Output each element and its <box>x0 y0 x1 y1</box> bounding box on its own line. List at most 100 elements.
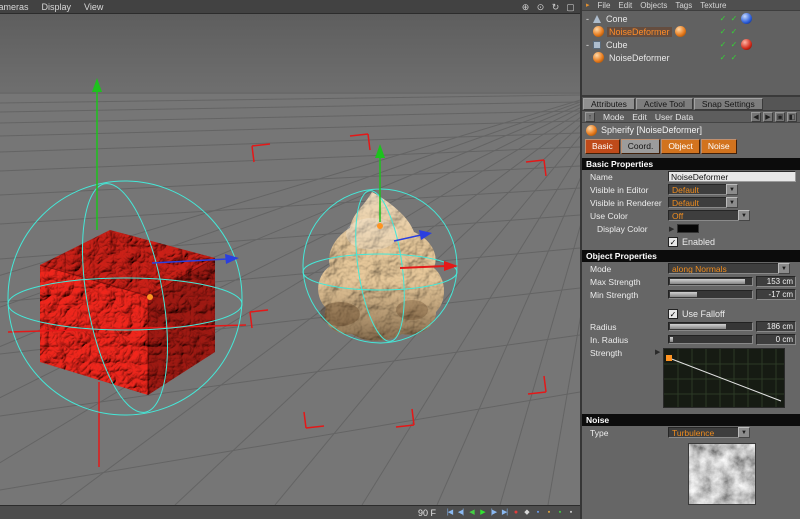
key-scale-icon[interactable]: ▪ <box>543 507 554 519</box>
am-menu-userdata[interactable]: User Data <box>655 112 693 122</box>
viewport-canvas[interactable] <box>0 14 580 505</box>
menu-view[interactable]: View <box>84 2 103 12</box>
chevron-down-icon[interactable]: ▼ <box>738 210 750 221</box>
om-menu-file[interactable]: File <box>598 1 611 10</box>
om-menu-edit[interactable]: Edit <box>618 1 632 10</box>
name-input[interactable] <box>668 171 796 182</box>
expander-icon[interactable]: - <box>582 40 593 50</box>
mode-dropdown[interactable]: along Normals ▼ <box>668 263 790 274</box>
tree-row-cone[interactable]: - Cone ✓ ✓ <box>582 12 800 25</box>
key-position-icon[interactable]: ▪ <box>532 507 543 519</box>
name-label: Name <box>590 171 613 182</box>
curve-point[interactable] <box>666 355 673 361</box>
goto-start-icon[interactable]: |◀ <box>444 507 455 519</box>
play-icon[interactable]: ▶ <box>477 507 488 519</box>
tree-row-noisedeformer-1[interactable]: NoiseDeformer ✓ ✓ <box>582 25 800 38</box>
material-thumbnail-blue[interactable] <box>741 13 752 24</box>
attribute-object-title: Spherify [NoiseDeformer] <box>582 123 800 137</box>
triangle-right-icon[interactable]: ▶ <box>669 225 674 233</box>
dropdown-value: Turbulence <box>668 427 738 438</box>
lock-icon[interactable]: ▣ <box>775 111 785 122</box>
min-strength-value[interactable]: -17 cm <box>756 289 796 300</box>
max-strength-value[interactable]: 153 cm <box>756 276 796 287</box>
object-label[interactable]: NoiseDeformer <box>607 53 672 63</box>
tab-object[interactable]: Object <box>661 139 700 154</box>
maximize-icon[interactable]: ▢ <box>564 1 577 13</box>
dropdown-value: Default <box>668 184 726 195</box>
visible-editor-dropdown[interactable]: Default ▼ <box>668 184 738 195</box>
visible-editor-label: Visible in Editor <box>590 184 649 195</box>
pan-icon[interactable]: ⊕ <box>519 1 532 13</box>
spherify-tag-icon[interactable] <box>674 26 686 37</box>
renderer-visibility-check-icon[interactable]: ✓ <box>730 27 738 36</box>
renderer-visibility-check-icon[interactable]: ✓ <box>730 53 738 62</box>
editor-visibility-check-icon[interactable]: ✓ <box>719 40 727 49</box>
tab-active-tool[interactable]: Active Tool <box>635 98 693 110</box>
object-tree: - Cone ✓ ✓ NoiseDeformer ✓ ✓ - Cube ✓ ✓ … <box>582 11 800 97</box>
noise-type-label: Type <box>590 427 609 438</box>
radius-value[interactable]: 186 cm <box>756 321 796 332</box>
editor-visibility-check-icon[interactable]: ✓ <box>719 53 727 62</box>
triangle-right-icon[interactable]: ▶ <box>655 348 660 356</box>
max-strength-slider[interactable] <box>668 277 753 286</box>
use-falloff-checkbox[interactable]: ✓ <box>668 308 678 319</box>
use-color-dropdown[interactable]: Off ▼ <box>668 210 750 221</box>
chevron-down-icon[interactable]: ▼ <box>726 197 738 208</box>
strength-curve-editor[interactable] <box>663 348 786 408</box>
attribute-manager-icon[interactable]: ↑ <box>585 111 595 122</box>
enabled-checkbox[interactable]: ✓ <box>668 236 678 247</box>
chevron-down-icon[interactable]: ▼ <box>778 263 790 274</box>
om-menu-tags[interactable]: Tags <box>675 1 692 10</box>
strength-label: Strength <box>590 348 623 358</box>
material-thumbnail-red[interactable] <box>741 39 752 50</box>
cube-icon <box>593 40 601 49</box>
noise-type-dropdown[interactable]: Turbulence ▼ <box>668 427 750 438</box>
expander-icon[interactable]: - <box>582 14 593 24</box>
next-key-icon[interactable]: |▶ <box>488 507 499 519</box>
attribute-page-tabs: Basic Coord. Object Noise <box>582 137 800 156</box>
record-icon[interactable]: ● <box>510 507 521 519</box>
goto-end-icon[interactable]: ▶| <box>499 507 510 519</box>
inner-radius-value[interactable]: 0 cm <box>756 334 796 345</box>
tab-coord[interactable]: Coord. <box>620 139 661 154</box>
om-menu-objects[interactable]: Objects <box>640 1 667 10</box>
menu-cameras[interactable]: Cameras <box>0 2 29 12</box>
renderer-visibility-check-icon[interactable]: ✓ <box>730 40 738 49</box>
tab-attributes[interactable]: Attributes <box>583 98 635 110</box>
radius-label: Radius <box>590 321 617 332</box>
rotate-icon[interactable]: ↻ <box>549 1 562 13</box>
autokey-icon[interactable]: ◆ <box>521 507 532 519</box>
tree-row-cube[interactable]: - Cube ✓ ✓ <box>582 38 800 51</box>
radius-slider[interactable] <box>668 322 753 331</box>
viewport-menubar: Cameras Display View ⊕ ⊙ ↻ ▢ <box>0 0 580 14</box>
object-label-selected[interactable]: NoiseDeformer <box>607 26 672 37</box>
am-menu-edit[interactable]: Edit <box>632 112 647 122</box>
inner-radius-slider[interactable] <box>668 335 753 344</box>
display-color-swatch[interactable] <box>677 224 700 233</box>
prev-key-icon[interactable]: ◀| <box>455 507 466 519</box>
menu-display[interactable]: Display <box>42 2 72 12</box>
panel-menu-icon[interactable]: ▸ <box>586 1 590 9</box>
renderer-visibility-check-icon[interactable]: ✓ <box>730 14 738 23</box>
tab-basic[interactable]: Basic <box>585 139 620 154</box>
om-menu-texture[interactable]: Texture <box>700 1 726 10</box>
object-label[interactable]: Cube <box>604 40 630 50</box>
editor-visibility-check-icon[interactable]: ✓ <box>719 14 727 23</box>
history-forward-icon[interactable]: ▶ <box>763 111 773 122</box>
tab-snap-settings[interactable]: Snap Settings <box>693 98 763 110</box>
am-menu-mode[interactable]: Mode <box>603 112 624 122</box>
chevron-down-icon[interactable]: ▼ <box>726 184 738 195</box>
prev-frame-icon[interactable]: ◀ <box>466 507 477 519</box>
visible-renderer-dropdown[interactable]: Default ▼ <box>668 197 738 208</box>
tab-noise[interactable]: Noise <box>700 139 737 154</box>
history-back-icon[interactable]: ◀ <box>751 111 761 122</box>
key-rotation-icon[interactable]: ▪ <box>554 507 565 519</box>
editor-visibility-check-icon[interactable]: ✓ <box>719 27 727 36</box>
min-strength-slider[interactable] <box>668 290 753 299</box>
zoom-icon[interactable]: ⊙ <box>534 1 547 13</box>
object-label[interactable]: Cone <box>604 14 630 24</box>
pin-icon[interactable]: ◧ <box>787 111 797 122</box>
key-parameter-icon[interactable]: ▪ <box>565 507 576 519</box>
chevron-down-icon[interactable]: ▼ <box>738 427 750 438</box>
tree-row-noisedeformer-2[interactable]: NoiseDeformer ✓ ✓ <box>582 51 800 64</box>
